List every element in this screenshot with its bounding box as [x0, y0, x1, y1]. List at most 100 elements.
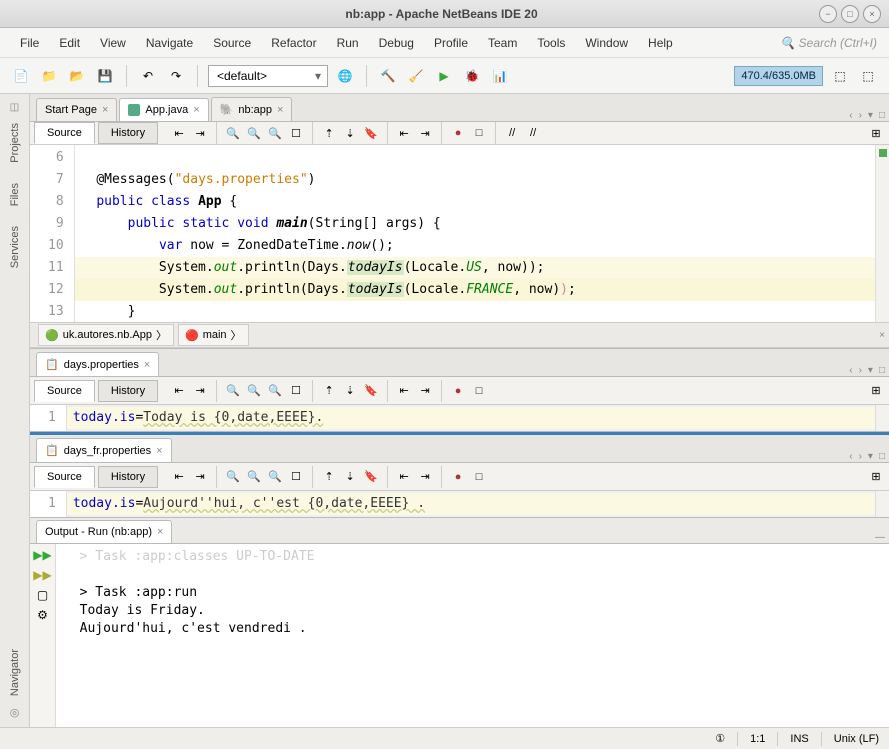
menu-debug[interactable]: Debug [371, 32, 422, 54]
search-input[interactable]: Search (Ctrl+I) [685, 36, 877, 50]
menu-edit[interactable]: Edit [51, 32, 88, 54]
clean-build-icon[interactable]: 🧹 [405, 65, 427, 87]
props1-editor[interactable]: 1 today.is=Today is {0,date,EEEE}. [30, 405, 889, 431]
tabs-maximize-icon[interactable]: □ [879, 451, 885, 462]
source-tab[interactable]: Source [34, 122, 95, 144]
tab-close-icon[interactable]: × [277, 104, 283, 116]
overview-ruler[interactable] [875, 491, 889, 517]
stop-icon[interactable]: ▢ [37, 588, 48, 602]
settings-icon[interactable]: ⚙ [37, 608, 48, 622]
debug-icon[interactable]: 🐞 [461, 65, 483, 87]
bookmark-icon[interactable]: 🔖 [362, 468, 380, 486]
tabs-prev-icon[interactable]: ‹ [849, 451, 852, 462]
macro-stop-icon[interactable]: □ [470, 382, 488, 400]
find-icon[interactable]: 🔍 [266, 382, 284, 400]
line-ending[interactable]: Unix (LF) [834, 733, 879, 745]
config-combo[interactable]: <default> [208, 65, 328, 87]
find-icon[interactable]: 🔍 [224, 382, 242, 400]
output-content[interactable]: > Task :app:classes UP-TO-DATE > Task :a… [56, 544, 889, 727]
overview-ruler[interactable] [875, 405, 889, 431]
tabs-maximize-icon[interactable]: □ [879, 365, 885, 376]
macro-rec-icon[interactable]: ● [449, 468, 467, 486]
bookmark-icon[interactable]: ⇣ [341, 382, 359, 400]
menu-run[interactable]: Run [329, 32, 367, 54]
overview-ruler[interactable] [875, 145, 889, 347]
macro-rec-icon[interactable]: ● [449, 382, 467, 400]
shift-icon[interactable]: ⇥ [416, 468, 434, 486]
shift-left-icon[interactable]: ⇤ [395, 124, 413, 142]
nav-back-icon[interactable]: ⇤ [170, 124, 188, 142]
tabs-maximize-icon[interactable]: □ [879, 110, 885, 121]
find-icon[interactable]: 🔍 [266, 468, 284, 486]
menu-refactor[interactable]: Refactor [263, 32, 324, 54]
tab-output[interactable]: Output - Run (nb:app) × [36, 520, 172, 543]
toggle-hl-icon[interactable]: ☐ [287, 124, 305, 142]
sidebar-target-icon[interactable]: ◎ [10, 706, 20, 719]
macro-rec-icon[interactable]: ● [449, 124, 467, 142]
find-icon[interactable]: 🔍 [224, 468, 242, 486]
menu-source[interactable]: Source [205, 32, 259, 54]
source-tab[interactable]: Source [34, 466, 95, 488]
run-icon[interactable]: ▶ [433, 65, 455, 87]
tabs-prev-icon[interactable]: ‹ [849, 365, 852, 376]
menu-file[interactable]: File [12, 32, 47, 54]
shift-icon[interactable]: ⇤ [395, 468, 413, 486]
hl-icon[interactable]: ☐ [287, 382, 305, 400]
bookmark-icon[interactable]: 🔖 [362, 382, 380, 400]
toggle-bookmark-icon[interactable]: 🔖 [362, 124, 380, 142]
sidebar-tab-navigator[interactable]: Navigator [7, 639, 23, 706]
tabs-dropdown-icon[interactable]: ▾ [868, 451, 873, 462]
memory-badge[interactable]: 470.4/635.0MB [734, 66, 823, 86]
tab-close-icon[interactable]: × [156, 445, 162, 457]
sidebar-tab-files[interactable]: Files [7, 173, 23, 216]
save-all-icon[interactable]: 💾 [94, 65, 116, 87]
tabs-dropdown-icon[interactable]: ▾ [868, 110, 873, 121]
cube2-icon[interactable]: ⬚ [857, 65, 879, 87]
minimize-icon[interactable]: — [875, 532, 885, 543]
menu-tools[interactable]: Tools [529, 32, 573, 54]
hl-icon[interactable]: ☐ [287, 468, 305, 486]
nav-fwd-icon[interactable]: ⇥ [191, 124, 209, 142]
menu-profile[interactable]: Profile [426, 32, 476, 54]
nav-fwd-icon[interactable]: ⇥ [191, 382, 209, 400]
shift-icon[interactable]: ⇤ [395, 382, 413, 400]
tab-days-properties[interactable]: 📋 days.properties × [36, 352, 159, 376]
shift-icon[interactable]: ⇥ [416, 382, 434, 400]
history-tab[interactable]: History [98, 122, 158, 144]
new-project-icon[interactable]: 📁 [38, 65, 60, 87]
bc-close-icon[interactable]: × [879, 330, 885, 341]
shift-right-icon[interactable]: ⇥ [416, 124, 434, 142]
props2-editor[interactable]: 1 today.is=Aujourd''hui, c''est {0,date,… [30, 491, 889, 517]
nav-back-icon[interactable]: ⇤ [170, 468, 188, 486]
tab-days-fr-properties[interactable]: 📋 days_fr.properties × [36, 438, 172, 462]
open-icon[interactable]: 📂 [66, 65, 88, 87]
tab-nb-app[interactable]: 🐘 nb:app × [211, 97, 293, 121]
tabs-prev-icon[interactable]: ‹ [849, 110, 852, 121]
menu-help[interactable]: Help [640, 32, 681, 54]
next-bookmark-icon[interactable]: ⇣ [341, 124, 359, 142]
cube-icon[interactable]: ⬚ [829, 65, 851, 87]
build-icon[interactable]: 🔨 [377, 65, 399, 87]
tab-start-page[interactable]: Start Page × [36, 98, 117, 121]
insert-mode[interactable]: INS [790, 733, 808, 745]
undo-icon[interactable]: ↶ [137, 65, 159, 87]
rerun2-icon[interactable]: ▶▶ [33, 568, 51, 582]
macro-stop-icon[interactable]: □ [470, 468, 488, 486]
comment-icon[interactable]: // [503, 124, 521, 142]
tab-close-icon[interactable]: × [144, 359, 150, 371]
sidebar-tab-services[interactable]: Services [7, 216, 23, 278]
prev-bookmark-icon[interactable]: ⇡ [320, 124, 338, 142]
menu-team[interactable]: Team [480, 32, 525, 54]
rerun-icon[interactable]: ▶▶ [33, 548, 51, 562]
sidebar-minimize-icon[interactable]: ◫ [10, 102, 19, 113]
find-prev-icon[interactable]: 🔍 [224, 124, 242, 142]
uncomment-icon[interactable]: // [524, 124, 542, 142]
nav-fwd-icon[interactable]: ⇥ [191, 468, 209, 486]
tab-app-java[interactable]: App.java × [119, 98, 208, 121]
tab-close-icon[interactable]: × [193, 104, 199, 116]
tab-close-icon[interactable]: × [157, 526, 163, 538]
tabs-next-icon[interactable]: › [859, 110, 862, 121]
find-next-icon[interactable]: 🔍 [245, 124, 263, 142]
bookmark-icon[interactable]: ⇡ [320, 382, 338, 400]
tabs-next-icon[interactable]: › [859, 451, 862, 462]
